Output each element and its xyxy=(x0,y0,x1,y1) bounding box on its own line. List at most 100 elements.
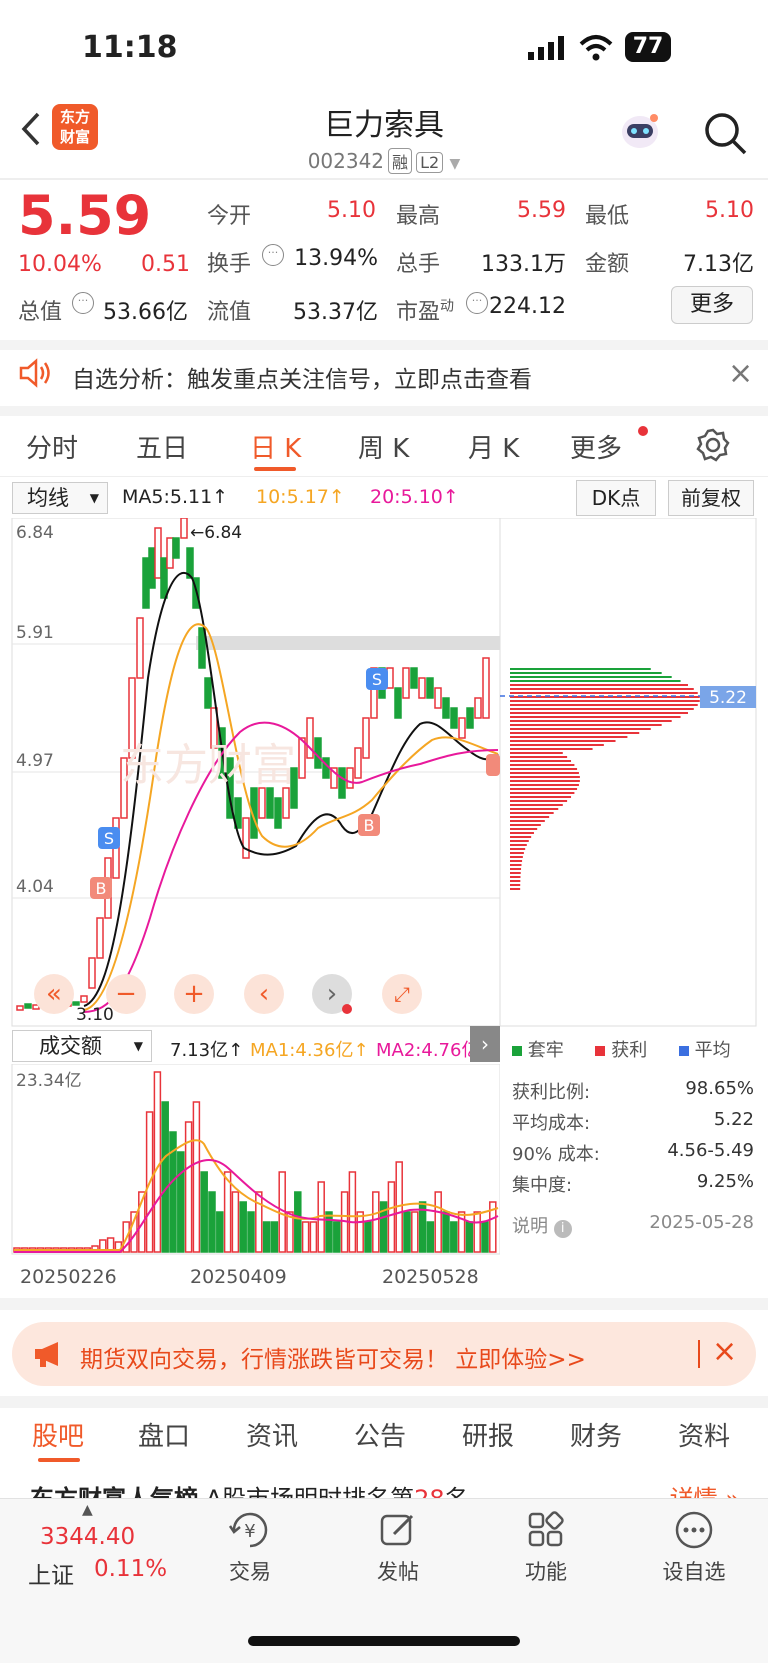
float-label: 流值 xyxy=(207,300,252,325)
chip-bar xyxy=(510,708,694,710)
watermark: 东方财富 xyxy=(120,740,296,791)
post-icon[interactable] xyxy=(378,1510,418,1554)
candle xyxy=(418,677,426,699)
pe-value: 224.12 xyxy=(489,294,566,319)
volume-bar xyxy=(450,1221,458,1253)
robot-avatar-icon[interactable] xyxy=(618,110,662,156)
tab-finance[interactable]: 财务 xyxy=(570,1416,622,1453)
tab-intraday[interactable]: 分时 xyxy=(26,428,78,465)
candle xyxy=(88,957,96,989)
open-value: 5.10 xyxy=(327,198,376,223)
cost90-label: 90% 成本: xyxy=(512,1144,600,1165)
chip-bar xyxy=(510,688,694,690)
volume-bar xyxy=(348,1171,357,1253)
dock-function[interactable]: 功能 xyxy=(496,1556,596,1586)
zoom-out-icon[interactable]: − xyxy=(106,974,146,1014)
chip-bar xyxy=(510,704,698,706)
caret-down-icon: ▼ xyxy=(449,156,461,172)
chip-bar xyxy=(510,692,698,694)
turnover-value: 13.94% xyxy=(294,246,378,271)
volume-select[interactable]: 成交额 ▼ xyxy=(12,1030,152,1062)
volume-value: 133.1万 xyxy=(481,252,566,277)
search-icon[interactable] xyxy=(704,112,748,160)
tab-research[interactable]: 研报 xyxy=(462,1416,514,1453)
more-button[interactable]: 更多 xyxy=(671,286,753,324)
chip-bar xyxy=(510,836,532,838)
signal-b-icon: B xyxy=(90,877,112,899)
tab-5day[interactable]: 五日 xyxy=(136,428,188,465)
adjust-button[interactable]: 前复权 xyxy=(668,480,754,516)
chip-bar xyxy=(510,888,521,890)
candle xyxy=(434,687,442,709)
svg-text:B: B xyxy=(96,879,107,898)
notice-text[interactable]: 自选分析：触发重点关注信号，立即点击查看 xyxy=(72,360,532,394)
dock-add-watchlist[interactable]: 设自选 xyxy=(644,1556,744,1586)
chip-bar xyxy=(510,868,522,870)
chip-bar xyxy=(510,712,688,714)
tab-guba[interactable]: 股吧 xyxy=(32,1416,84,1453)
expand-icon[interactable]: ⤢ xyxy=(382,974,422,1014)
prev-icon[interactable]: ‹ xyxy=(244,974,284,1014)
date-label-2: 20250409 xyxy=(190,1266,287,1288)
chips-note-link[interactable]: 说明 i xyxy=(512,1212,572,1238)
ad-close-icon[interactable]: × xyxy=(712,1334,737,1369)
kline-chart[interactable]: 5.22 6.84 5.91 4.97 4.04 ←6.84 3.10 东方财富… xyxy=(0,518,768,1028)
info-dots-icon[interactable]: ··· xyxy=(466,292,488,314)
price-tick-4: 4.04 xyxy=(16,877,54,897)
candle xyxy=(148,547,156,589)
dock-trade[interactable]: 交易 xyxy=(200,1556,300,1586)
rewind-icon[interactable]: « xyxy=(34,974,74,1014)
sh-index-value[interactable]: 3344.40 xyxy=(40,1524,135,1550)
tab-profile[interactable]: 资料 xyxy=(678,1416,730,1453)
chart-tabs: 分时 五日 日 K 周 K 月 K 更多 xyxy=(0,428,768,468)
tab-more[interactable]: 更多 xyxy=(570,428,622,465)
zoom-in-icon[interactable]: + xyxy=(174,974,214,1014)
tab-daily-k[interactable]: 日 K xyxy=(250,428,301,465)
indicator-select[interactable]: 均线 ▼ xyxy=(12,482,108,514)
volume-bar xyxy=(481,1221,489,1253)
function-grid-icon[interactable] xyxy=(526,1510,566,1554)
candle xyxy=(160,557,168,599)
low-label: 最低 xyxy=(585,204,630,229)
l2-tag: L2 xyxy=(416,152,444,173)
signal-s-icon: S xyxy=(98,827,120,849)
avg-cost-value: 5.22 xyxy=(713,1109,754,1130)
collapse-arrow-icon[interactable]: › xyxy=(470,1026,500,1062)
status-time: 11:18 xyxy=(82,30,178,65)
chip-bar xyxy=(510,716,681,718)
ad-text[interactable]: 期货双向交易，行情涨跌皆可交易！ 立即体验>> xyxy=(80,1340,586,1374)
chip-bar xyxy=(510,864,522,866)
signal-icon xyxy=(528,36,568,64)
chip-bar xyxy=(510,748,593,750)
gear-icon[interactable] xyxy=(696,428,730,466)
svg-text:S: S xyxy=(372,670,382,689)
mktcap-value: 53.66亿 xyxy=(103,300,188,325)
candle xyxy=(24,1003,32,1009)
volume-bar xyxy=(442,1211,450,1253)
volume-chart[interactable]: 23.34亿 xyxy=(0,1064,500,1256)
more-dots-icon[interactable] xyxy=(674,1510,714,1554)
chip-bar xyxy=(510,668,651,670)
trade-icon[interactable]: ¥ xyxy=(228,1510,272,1554)
sh-index-name: 上证 xyxy=(28,1563,74,1589)
tab-news[interactable]: 资讯 xyxy=(246,1416,298,1453)
volume-bar xyxy=(153,1071,162,1253)
volume-bar xyxy=(434,1191,442,1253)
profit-ratio-value: 98.65% xyxy=(685,1078,754,1099)
tab-pankou[interactable]: 盘口 xyxy=(138,1416,190,1453)
tab-monthly-k[interactable]: 月 K xyxy=(468,428,519,465)
tab-announce[interactable]: 公告 xyxy=(354,1416,406,1453)
next-red-dot xyxy=(342,1004,352,1014)
notice-close-icon[interactable]: × xyxy=(728,356,753,391)
candle xyxy=(450,707,458,729)
ranking-peek[interactable]: 东方财富人气榜 A股市场明时排名第28名详情 » xyxy=(30,1482,750,1498)
last-price: 5.59 xyxy=(18,184,152,247)
tab-weekly-k[interactable]: 周 K xyxy=(358,428,409,465)
volume-bar xyxy=(411,1211,419,1253)
info-dots-icon[interactable]: ··· xyxy=(262,244,284,266)
dk-point-button[interactable]: DK点 xyxy=(576,480,656,516)
signal-b-icon: B xyxy=(358,814,380,836)
dock-post[interactable]: 发帖 xyxy=(348,1556,448,1586)
info-dots-icon[interactable]: ··· xyxy=(72,292,94,314)
signal-b-icon xyxy=(486,754,500,776)
